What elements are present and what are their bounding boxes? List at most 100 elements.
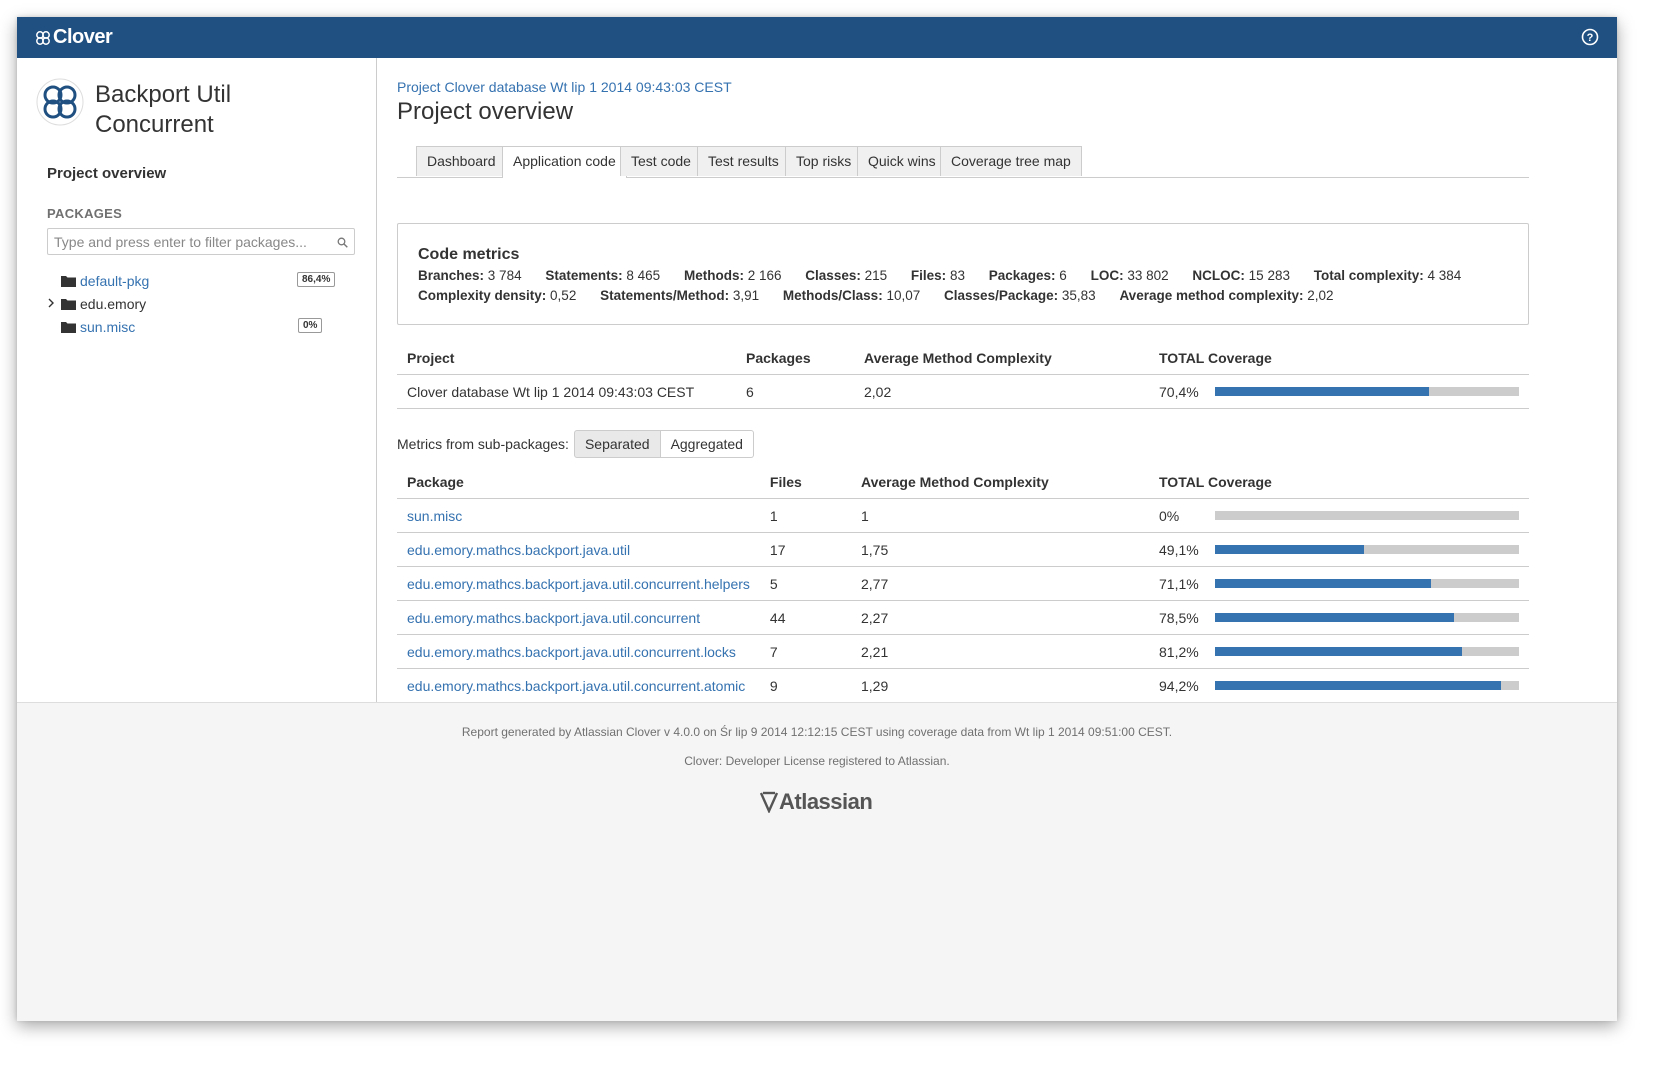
- coverage-percent: 70,4%: [1159, 383, 1199, 400]
- amc-cell: 1,75: [851, 532, 1149, 567]
- coverage-bar-fill: [1215, 613, 1454, 622]
- amc-cell: 2,77: [851, 566, 1149, 601]
- coverage-bar-fill: [1215, 545, 1365, 554]
- metric-packages: Packages: 6: [988, 268, 1067, 283]
- files-cell: 7: [759, 634, 851, 669]
- project-overview-link[interactable]: Project overview: [47, 165, 166, 182]
- column-header[interactable]: Package: [397, 466, 760, 499]
- chevron-right-icon[interactable]: [47, 297, 57, 309]
- coverage-bar: [1215, 579, 1519, 588]
- report-generated-text: Report generated by Atlassian Clover v 4…: [461, 725, 1173, 739]
- app-name: Clover: [53, 26, 113, 48]
- table-row: edu.emory.mathcs.backport.java.util 17 1…: [397, 532, 1529, 567]
- metrics-row-2: Complexity density: 0,52 Statements/Meth…: [418, 288, 1354, 303]
- package-link[interactable]: edu.emory.mathcs.backport.java.util.conc…: [407, 644, 736, 660]
- table-row: sun.misc 1 1 0%: [397, 498, 1529, 533]
- tab-test-code[interactable]: Test code: [620, 146, 702, 176]
- coverage-bar: [1215, 387, 1519, 396]
- package-tree-label[interactable]: default-pkg: [80, 273, 149, 289]
- column-header[interactable]: Packages: [736, 342, 854, 375]
- amc-cell: 2,02: [854, 374, 1149, 409]
- column-header[interactable]: TOTAL Coverage: [1149, 342, 1529, 375]
- code-metrics-title: Code metrics: [418, 246, 520, 263]
- packages-heading: PACKAGES: [47, 206, 123, 221]
- help-icon[interactable]: ?: [1581, 28, 1599, 46]
- coverage-bar-fill: [1215, 681, 1502, 690]
- coverage-bar: [1215, 681, 1519, 690]
- coverage-cell: 71,1%: [1149, 566, 1529, 601]
- coverage-bar: [1215, 647, 1519, 656]
- footer: Report generated by Atlassian Clover v 4…: [17, 702, 1617, 1021]
- metric-statements: Statements: 8 465: [545, 268, 661, 283]
- atlassian-logo-text: Atlassian: [779, 789, 873, 814]
- folder-icon: [61, 299, 76, 310]
- tab-quick-wins[interactable]: Quick wins: [857, 146, 947, 176]
- tab-coverage-tree-map[interactable]: Coverage tree map: [940, 146, 1082, 176]
- coverage-bar-fill: [1215, 579, 1432, 588]
- column-header[interactable]: Project: [397, 342, 736, 375]
- amc-cell: 2,21: [851, 634, 1149, 669]
- package-link[interactable]: edu.emory.mathcs.backport.java.util.conc…: [407, 678, 745, 694]
- package-tree-item[interactable]: sun.misc 0%: [47, 317, 347, 339]
- subpackage-metrics-label: Metrics from sub-packages:: [397, 436, 569, 452]
- package-link[interactable]: edu.emory.mathcs.backport.java.util.conc…: [407, 576, 750, 592]
- coverage-cell: 81,2%: [1149, 634, 1529, 669]
- metric-classes: Classes: 215: [805, 268, 888, 283]
- tab-application-code[interactable]: Application code: [502, 146, 627, 178]
- coverage-percent: 78,5%: [1159, 609, 1199, 626]
- top-bar: Clover ?: [17, 17, 1617, 58]
- files-cell: 9: [759, 668, 851, 703]
- project-logo-icon: [36, 78, 84, 126]
- atlassian-logo[interactable]: Atlassian: [759, 789, 873, 815]
- package-filter-input[interactable]: [48, 229, 330, 254]
- column-header[interactable]: Average Method Complexity: [854, 342, 1149, 375]
- column-header[interactable]: Files: [759, 466, 851, 499]
- coverage-cell: 0%: [1149, 498, 1529, 533]
- coverage-bar-fill: [1215, 647, 1462, 656]
- package-link[interactable]: sun.misc: [407, 508, 462, 524]
- app-window: Clover ? Backport Util Concurrent Projec…: [17, 17, 1617, 1021]
- svg-text:?: ?: [1587, 32, 1594, 44]
- amc-cell: 1: [851, 498, 1149, 533]
- package-tree-label[interactable]: sun.misc: [80, 319, 135, 335]
- column-header[interactable]: Average Method Complexity: [851, 466, 1149, 499]
- tab-test-results[interactable]: Test results: [697, 146, 790, 176]
- coverage-cell: 49,1%: [1149, 532, 1529, 567]
- coverage-percent: 0%: [1159, 507, 1180, 524]
- search-icon: [337, 237, 348, 248]
- table-header-row: Package Files Average Method Complexity …: [397, 466, 1529, 499]
- separated-button[interactable]: Separated: [573, 430, 661, 458]
- package-link[interactable]: edu.emory.mathcs.backport.java.util.conc…: [407, 610, 700, 626]
- coverage-cell: 78,5%: [1149, 600, 1529, 635]
- metric-methods-per-class: Methods/Class: 10,07: [782, 288, 921, 303]
- atlassian-icon: [759, 791, 779, 813]
- project-name-cell: Clover database Wt lip 1 2014 09:43:03 C…: [397, 374, 736, 409]
- metrics-row-1: Branches: 3 784 Statements: 8 465 Method…: [418, 268, 1481, 283]
- package-link[interactable]: edu.emory.mathcs.backport.java.util: [407, 542, 630, 558]
- amc-cell: 2,27: [851, 600, 1149, 635]
- table-row: edu.emory.mathcs.backport.java.util.conc…: [397, 634, 1529, 669]
- package-filter[interactable]: [47, 228, 355, 255]
- coverage-percent: 94,2%: [1159, 677, 1199, 694]
- table-header-row: Project Packages Average Method Complexi…: [397, 342, 1529, 375]
- clover-logo[interactable]: Clover: [35, 26, 113, 49]
- coverage-percent: 71,1%: [1159, 575, 1199, 592]
- metric-methods: Methods: 2 166: [683, 268, 782, 283]
- coverage-bar: [1215, 511, 1519, 520]
- tab-dashboard[interactable]: Dashboard: [416, 146, 507, 176]
- coverage-bar-fill: [1215, 387, 1430, 396]
- metric-branches: Branches: 3 784: [418, 268, 522, 283]
- package-tree-item[interactable]: edu.emory: [47, 294, 347, 316]
- breadcrumb[interactable]: Project Clover database Wt lip 1 2014 09…: [397, 79, 732, 95]
- metric-ncloc: NCLOC: 15 283: [1192, 268, 1290, 283]
- coverage-cell: 94,2%: [1149, 668, 1529, 703]
- package-tree-item[interactable]: default-pkg 86,4%: [47, 271, 347, 293]
- column-header[interactable]: TOTAL Coverage: [1149, 466, 1529, 499]
- tab-top-risks[interactable]: Top risks: [785, 146, 863, 176]
- subpackage-metrics-toggle: Metrics from sub-packages: Separated Aggr…: [397, 430, 754, 458]
- table-row: edu.emory.mathcs.backport.java.util.conc…: [397, 600, 1529, 635]
- aggregated-button[interactable]: Aggregated: [660, 430, 754, 458]
- metric-total-complexity: Total complexity: 4 384: [1313, 268, 1462, 283]
- package-tree-label[interactable]: edu.emory: [80, 296, 146, 312]
- metric-statements-per-method: Statements/Method: 3,91: [600, 288, 760, 303]
